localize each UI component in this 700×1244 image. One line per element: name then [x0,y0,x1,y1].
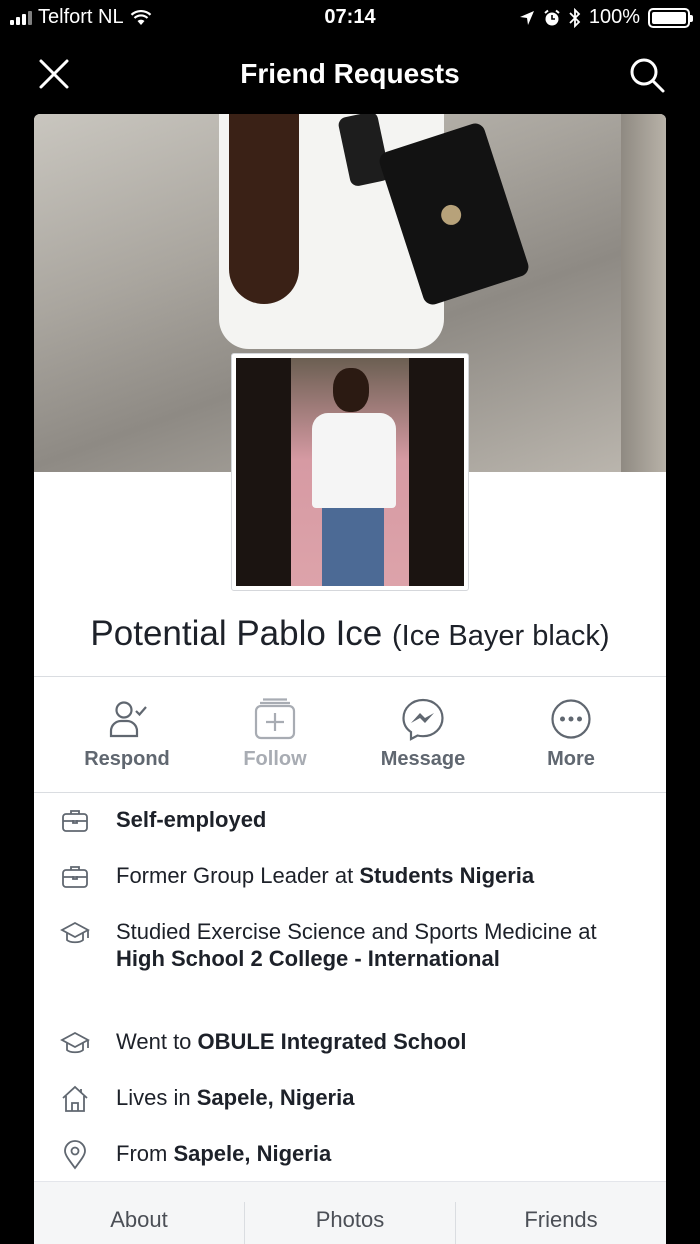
profile-name-main: Potential Pablo Ice [90,614,383,653]
bluetooth-icon [569,7,581,28]
nav-bar: Friend Requests [0,36,700,114]
divider [34,792,666,793]
respond-label: Respond [84,748,170,770]
more-label: More [547,748,595,770]
search-icon[interactable] [628,56,666,94]
cover-arm [229,114,299,304]
person-check-icon [109,701,147,738]
location-arrow-icon [519,10,534,25]
more-dots-icon [551,699,591,739]
messenger-icon [402,698,444,741]
follow-button[interactable]: Follow [200,694,350,790]
follow-label: Follow [243,748,307,770]
home-icon [62,1085,88,1112]
pp-door-left [236,358,291,586]
battery-fill [652,11,686,24]
profile-picture[interactable] [231,353,469,591]
action-bar: Respond Follow Message More [34,694,666,790]
tab-about[interactable]: About [34,1182,244,1244]
divider [34,676,666,677]
battery-percent: 100% [588,6,640,28]
location-pin-icon [64,1140,86,1170]
info-text: Former Group Leader at Students Nigeria [116,863,535,888]
cover-wall [621,114,666,472]
info-text: Lives in Sapele, Nigeria [116,1085,355,1110]
profile-name: Potential Pablo Ice (Ice Bayer black) [34,614,666,654]
info-text: From Sapele, Nigeria [116,1141,332,1166]
info-text: Studied Exercise Science and Sports Medi… [116,919,597,971]
follow-plus-icon [254,698,296,740]
graduation-cap-icon [60,1031,90,1054]
status-right: 100% [519,6,693,29]
info-text: Went to OBULE Integrated School [116,1029,467,1054]
message-button[interactable]: Message [348,694,498,790]
battery-icon [648,7,693,28]
profile-picture-image [236,358,464,586]
profile-card: Potential Pablo Ice (Ice Bayer black) Re… [34,114,666,1244]
alarm-icon [544,9,560,25]
briefcase-icon [62,866,88,888]
tab-photos[interactable]: Photos [245,1182,455,1244]
respond-button[interactable]: Respond [52,694,202,790]
pp-head [333,368,369,412]
message-label: Message [380,748,466,770]
info-text: Self-employed [116,807,267,832]
page-title: Friend Requests [240,58,460,89]
tab-friends[interactable]: Friends [456,1182,666,1244]
briefcase-icon [62,810,88,832]
pp-door-right [409,358,464,586]
profile-tab-bar: About Photos Friends [34,1181,666,1244]
profile-name-alternate: (Ice Bayer black) [392,620,610,652]
status-bar: Telfort NL 07:14 100% [0,0,700,36]
graduation-cap-icon [60,921,90,944]
more-button[interactable]: More [496,694,646,790]
pp-shirt [312,413,396,508]
pp-jeans [322,508,384,586]
